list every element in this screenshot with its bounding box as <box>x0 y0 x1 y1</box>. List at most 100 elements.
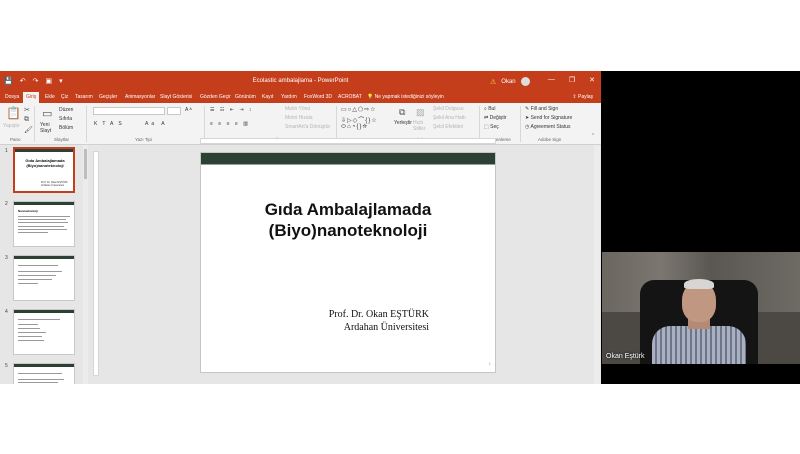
tab-foxword[interactable]: FoxWord 3D <box>304 94 332 100</box>
tell-me-box[interactable]: 💡 Ne yapmak istediğinizi söyleyin <box>367 94 444 100</box>
tab-help[interactable]: Yardım <box>281 94 297 100</box>
ribbon-tabs: Dosya Giriş Ekle Çiz Tasarım Geçişler An… <box>0 91 601 103</box>
font-name-box[interactable] <box>93 107 165 115</box>
tab-file[interactable]: Dosya <box>5 94 19 100</box>
quick-styles-button[interactable]: Hızlı Stiller <box>413 120 427 132</box>
thumbnail-text-line <box>18 219 66 220</box>
reset-button[interactable]: Sıfırla <box>59 116 72 122</box>
paste-icon[interactable]: 📋 <box>6 106 21 120</box>
scrollbar-thumb[interactable] <box>84 149 87 179</box>
tab-draw[interactable]: Çiz <box>61 94 68 100</box>
agreement-status-button[interactable]: ◷ Agreement Status <box>525 124 571 130</box>
thumbnail-text-line <box>18 319 60 320</box>
slide-canvas[interactable]: Gıda Ambalajlamada (Biyo)nanoteknoloji P… <box>200 152 496 373</box>
thumbnail-text-line <box>18 271 62 272</box>
arrange-icon[interactable]: ⧉ <box>399 107 405 118</box>
tab-acrobat[interactable]: ACROBAT <box>338 94 362 100</box>
new-slide-button[interactable]: Yeni Slayt <box>40 122 54 134</box>
thumbnail-slide-2[interactable]: Nanoteknoloji <box>13 201 75 247</box>
tab-view[interactable]: Görünüm <box>235 94 256 100</box>
slide-title[interactable]: Gıda Ambalajlamada (Biyo)nanoteknoloji <box>201 199 495 241</box>
screen-share-frame: 💾 ↶ ↷ ▣ ▾ Ecolastic ambalajlama - PowerP… <box>0 71 800 384</box>
close-icon[interactable]: ✕ <box>589 76 595 84</box>
webcam-person-hair <box>684 279 714 289</box>
thumbnail-text-line <box>18 382 58 383</box>
title-bar: 💾 ↶ ↷ ▣ ▾ Ecolastic ambalajlama - PowerP… <box>0 71 601 91</box>
shape-outline-button[interactable]: Şekil Ana Hattı <box>433 115 466 121</box>
tab-slideshow[interactable]: Slayt Gösterisi <box>160 94 192 100</box>
copy-icon[interactable]: ⧉ <box>24 116 29 124</box>
thumbnail-subtitle: Prof. Dr. Okan EŞTÜRK Ardahan Üniversite… <box>41 181 68 187</box>
list-icons[interactable]: ☰ ☷ ⇤ ⇥ ↕ <box>210 107 253 113</box>
slide-subtitle[interactable]: Prof. Dr. Okan EŞTÜRK Ardahan Üniversite… <box>329 308 429 334</box>
share-button[interactable]: ⇪ Paylaş <box>572 94 593 100</box>
thumbnail-number: 1 <box>5 148 8 154</box>
tab-insert[interactable]: Ekle <box>45 94 55 100</box>
divider <box>86 106 87 142</box>
thumbnail-slide-3[interactable] <box>13 255 75 301</box>
tab-review[interactable]: Gözden Geçir <box>200 94 231 100</box>
thumbnail-header-bar <box>14 256 74 259</box>
select-button[interactable]: ⬚ Seç <box>484 124 499 130</box>
webcam-video: Okan Eştürk <box>602 252 800 364</box>
font-color-icons[interactable]: Aa A <box>145 121 168 127</box>
horizontal-ruler <box>200 138 496 144</box>
shapes-gallery-row2[interactable]: ⇩▷◇⌒{}☆ <box>341 115 378 124</box>
lightbulb-icon: 💡 <box>367 94 375 100</box>
editor-scrollbar[interactable] <box>594 145 600 384</box>
avatar <box>520 77 530 86</box>
align-icons[interactable]: ≡ ≡ ≡ ≡ ▥ <box>210 121 250 127</box>
format-painter-icon[interactable]: 🖌 <box>24 126 33 134</box>
user-area[interactable]: ⚠ Okan <box>490 77 530 86</box>
thumbnail-text-line <box>18 336 42 337</box>
new-slide-icon[interactable]: ▭ <box>42 107 52 120</box>
participant-name: Okan Eştürk <box>606 353 645 360</box>
tab-home[interactable]: Giriş <box>23 92 40 103</box>
thumbnail-text-line <box>18 229 67 230</box>
find-button[interactable]: ⌕ Bul <box>484 106 495 112</box>
minimize-icon[interactable]: — <box>548 76 555 84</box>
tab-design[interactable]: Tasarım <box>75 94 93 100</box>
collapse-ribbon-icon[interactable]: ⌃ <box>591 133 595 139</box>
thumbnail-scrollbar[interactable] <box>83 145 88 384</box>
tab-transitions[interactable]: Geçişler <box>99 94 117 100</box>
thumbnail-header-bar <box>14 202 74 205</box>
arrange-button[interactable]: Yerleştir <box>394 120 412 126</box>
align-text-button[interactable]: Metni Hizala <box>285 115 313 121</box>
font-grow-shrink-icon[interactable]: A ᴬ <box>185 107 192 113</box>
quick-styles-icon[interactable]: ▨ <box>416 107 425 118</box>
thumbnail-slide-4[interactable] <box>13 309 75 355</box>
replace-button[interactable]: ⇄ Değiştir <box>484 115 507 121</box>
divider <box>204 106 205 142</box>
shapes-gallery[interactable]: ▭○△⬠⇨☆ <box>341 106 377 113</box>
thumbnail-slide-1[interactable]: Gıda Ambalajlamada (Biyo)nanoteknoloji P… <box>13 147 75 193</box>
vertical-ruler <box>93 151 99 376</box>
powerpoint-window: 💾 ↶ ↷ ▣ ▾ Ecolastic ambalajlama - PowerP… <box>0 71 601 384</box>
thumbnail-text-line <box>18 379 64 380</box>
tab-animations[interactable]: Animasyonlar <box>125 94 155 100</box>
text-direction-button[interactable]: Metin Yönü <box>285 106 310 112</box>
shape-fill-button[interactable]: Şekil Dolgusu <box>433 106 464 112</box>
divider <box>479 106 480 142</box>
thumbnail-text-line <box>18 216 70 217</box>
layout-button[interactable]: Düzen <box>59 107 73 113</box>
send-signature-button[interactable]: ➤ Send for Signature <box>525 115 572 121</box>
thumbnail-slide-5[interactable] <box>13 363 75 384</box>
thumbnail-header-bar <box>15 149 73 152</box>
cut-icon[interactable]: ✂ <box>24 106 30 114</box>
slide-page-number: 1 <box>488 361 491 366</box>
maximize-icon[interactable]: ❐ <box>569 76 575 84</box>
font-size-box[interactable] <box>167 107 181 115</box>
tab-record[interactable]: Kayıt <box>262 94 273 100</box>
group-clipboard-label: Pano <box>10 137 21 142</box>
shapes-gallery-row3[interactable]: ⬭⌂◔{}☆ <box>341 124 368 131</box>
thumbnail-title: Gıda Ambalajlamada (Biyo)nanoteknoloji <box>25 158 65 168</box>
thumbnail-header-bar <box>14 310 74 313</box>
smartart-button[interactable]: SmartArt'a Dönüştür <box>285 124 330 130</box>
thumbnail-text-line <box>18 283 38 284</box>
fill-and-sign-button[interactable]: ✎ Fill and Sign <box>525 106 558 112</box>
shape-effects-button[interactable]: Şekil Efektleri <box>433 124 463 130</box>
group-slides-label: Slaytlar <box>54 137 70 142</box>
font-style-icons[interactable]: KTAS <box>94 121 127 127</box>
section-button[interactable]: Bölüm <box>59 125 73 131</box>
